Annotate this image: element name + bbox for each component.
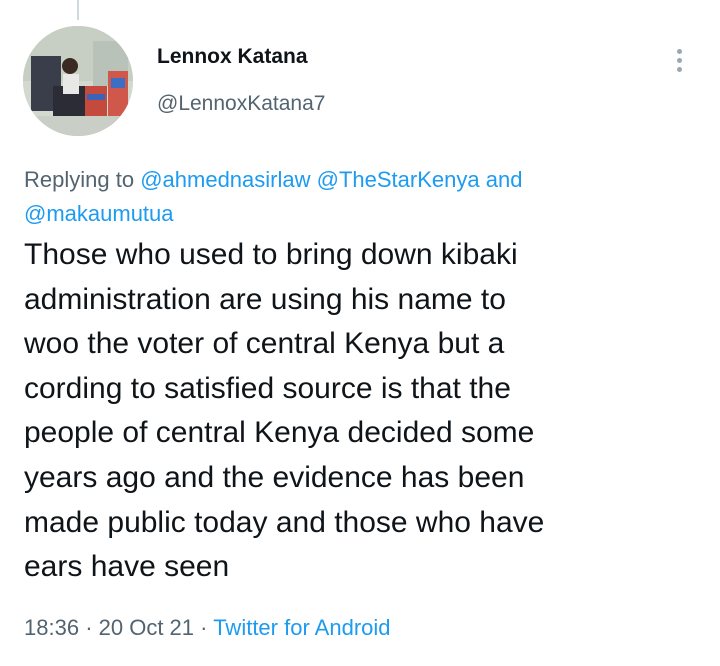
- more-options-icon[interactable]: [668, 44, 692, 78]
- timestamp-date[interactable]: 20 Oct 21: [99, 615, 194, 640]
- tweet-text: Those who used to bring down kibaki admi…: [24, 238, 545, 584]
- meta-separator: ·: [200, 615, 208, 640]
- and-others-link[interactable]: and: [486, 167, 523, 192]
- mention-link[interactable]: @TheStarKenya: [317, 167, 480, 192]
- avatar[interactable]: [23, 26, 133, 136]
- more-dot: [677, 58, 682, 63]
- replying-to: Replying to @ahmednasirlaw @TheStarKenya…: [24, 163, 684, 231]
- source-link[interactable]: Twitter for Android: [213, 615, 390, 640]
- tweet-meta: 18:36 · 20 Oct 21 · Twitter for Android: [24, 615, 391, 641]
- replying-to-label: Replying to: [24, 167, 135, 192]
- user-handle[interactable]: @LennoxKatana7: [157, 92, 325, 116]
- more-dot: [677, 49, 682, 54]
- timestamp-time[interactable]: 18:36: [24, 615, 79, 640]
- thread-connector-line: [77, 0, 79, 20]
- mention-link[interactable]: @makaumutua: [24, 201, 174, 226]
- avatar-photo: [23, 26, 133, 136]
- more-dot: [677, 67, 682, 72]
- display-name[interactable]: Lennox Katana: [157, 45, 308, 69]
- mention-link[interactable]: @ahmednasirlaw: [140, 167, 310, 192]
- meta-separator: ·: [85, 615, 93, 640]
